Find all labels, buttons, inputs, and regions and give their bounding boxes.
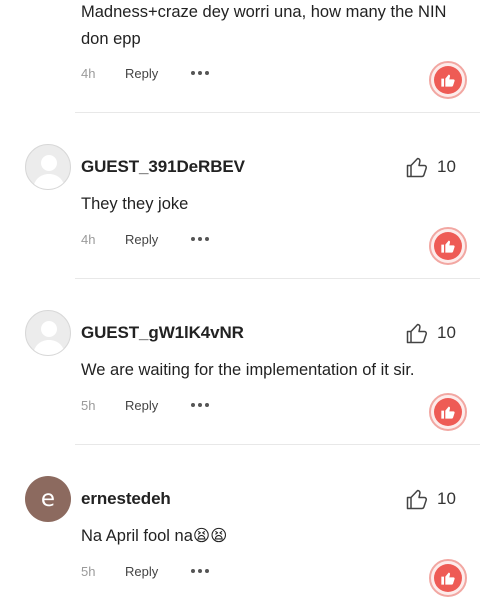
like-button[interactable]: 10 [405,487,456,511]
comment-username[interactable]: ernestedeh [81,489,171,509]
comment-text: Na April fool na😫😫 [81,527,228,545]
more-dots-icon[interactable] [191,237,209,241]
comment-username[interactable]: GUEST_gW1lK4vNR [81,323,244,343]
comment-time: 5h [81,397,96,413]
thumbs-up-reaction-icon[interactable] [429,227,467,265]
like-count: 10 [437,489,456,508]
reply-button[interactable]: Reply [125,232,191,247]
comment-text: They they joke [81,195,189,213]
thumbs-up-reaction-icon[interactable] [429,61,467,99]
comment-meta: 4h Reply [81,64,209,82]
comment-text: We are waiting for the implementation of… [81,361,415,379]
more-dots-icon[interactable] [191,71,209,75]
thumbs-up-outline-icon [406,157,428,178]
like-count: 10 [437,323,456,342]
avatar[interactable] [25,144,71,190]
comment-item: e ernestedeh 10 Na April fool na😫😫 5h Re… [0,445,480,597]
like-button[interactable]: 10 [405,321,456,345]
like-count: 10 [437,157,456,176]
more-dots-icon[interactable] [191,569,209,573]
more-dots-icon[interactable] [191,403,209,407]
avatar-letter: e [40,486,56,512]
reply-button[interactable]: Reply [125,564,191,579]
avatar[interactable]: e [25,476,71,522]
thumbs-up-outline-icon [406,489,428,510]
comment-text: Madness+craze dey worri una, how many th… [81,3,447,48]
comment-time: 5h [81,563,96,579]
comment-item: GUEST_gW1lK4vNR 10 We are waiting for th… [0,279,480,445]
thumbs-up-outline-icon [406,323,428,344]
comment-meta: 5h Reply [81,396,209,414]
comment-meta: 4h Reply [81,230,209,248]
reply-button[interactable]: Reply [125,398,191,413]
thumbs-up-reaction-icon[interactable] [429,393,467,431]
reply-button[interactable]: Reply [125,66,191,81]
thumbs-up-reaction-icon[interactable] [429,559,467,597]
comment-time: 4h [81,65,96,81]
comment-username[interactable]: GUEST_391DeRBEV [81,157,245,177]
comment-item: Madness+craze dey worri una, how many th… [0,0,480,113]
comment-meta: 5h Reply [81,562,209,580]
like-button[interactable]: 10 [405,155,456,179]
avatar[interactable] [25,310,71,356]
comment-time: 4h [81,231,96,247]
comment-item: GUEST_391DeRBEV 10 They they joke 4h Rep… [0,113,480,279]
